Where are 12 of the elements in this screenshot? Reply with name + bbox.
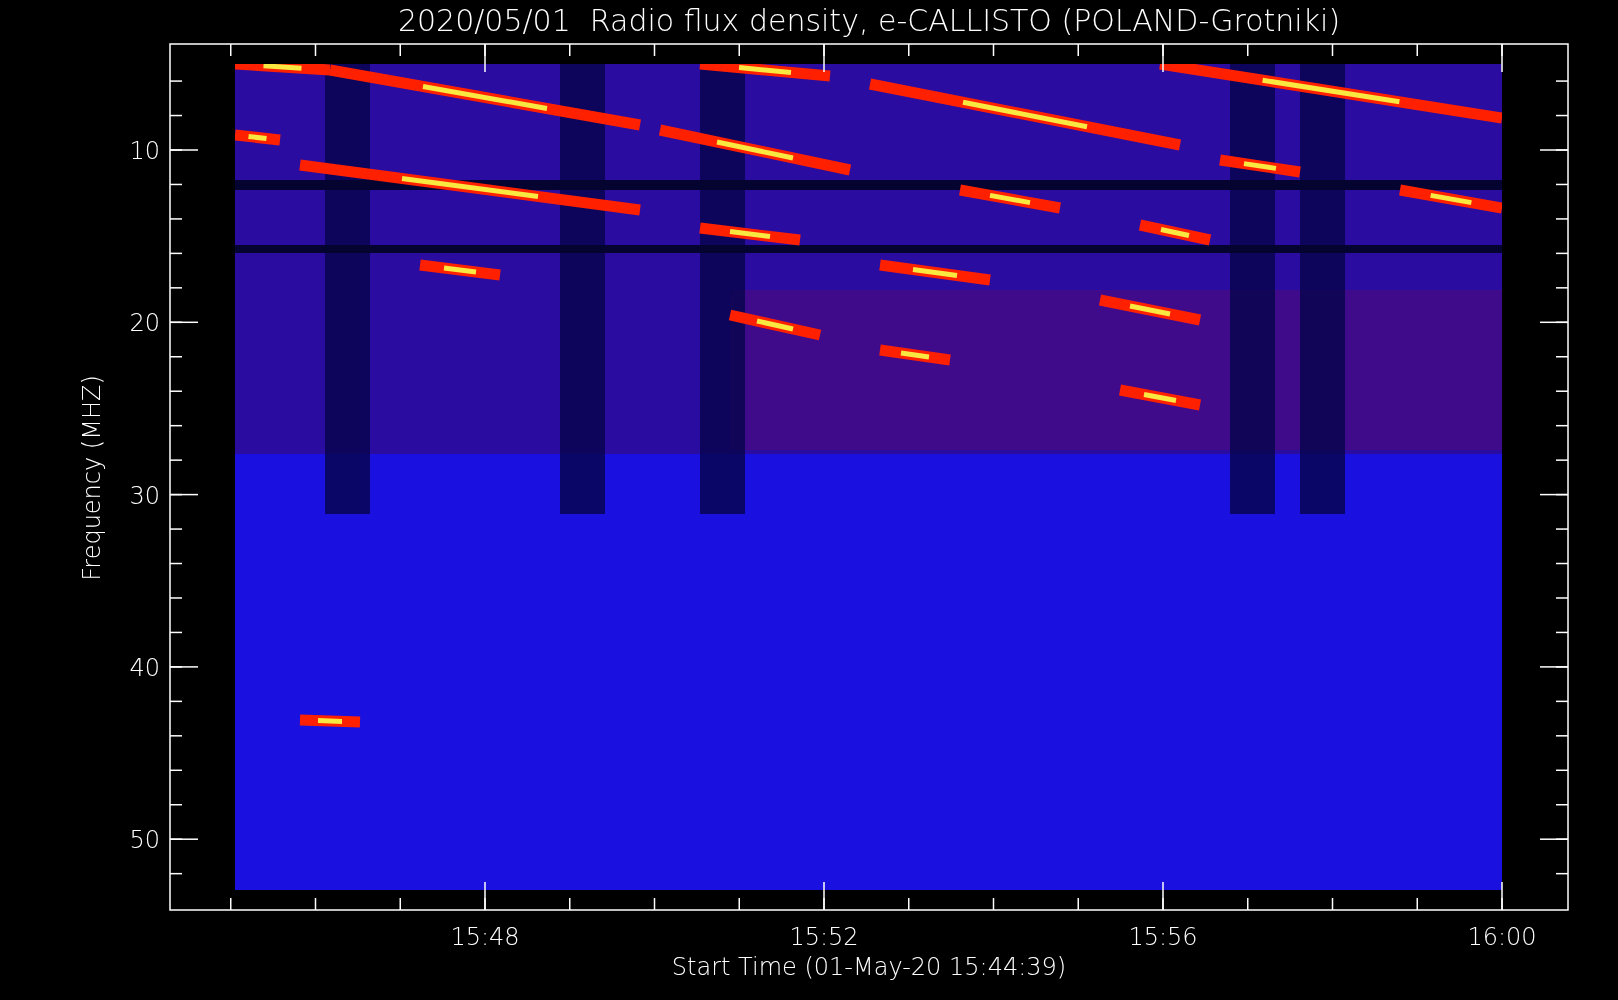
axis-label: Frequency (MHZ) bbox=[78, 375, 106, 581]
tick-label: 20 bbox=[129, 309, 160, 338]
tick-label: 50 bbox=[129, 826, 160, 855]
tick-label: 30 bbox=[129, 481, 160, 510]
tick-label: 10 bbox=[129, 137, 160, 165]
tick-label: 15:52 bbox=[789, 923, 859, 951]
tick-label: 16:00 bbox=[1467, 923, 1537, 951]
axis-label: Start Time (01-May-20 15:44:39) bbox=[671, 953, 1067, 981]
tick-label: 40 bbox=[129, 653, 160, 682]
tick-label: 15:48 bbox=[450, 923, 520, 951]
chart-title: 2020/05/01 Radio flux density, e-CALLISTO (POLAND-Grotniki) bbox=[397, 3, 1341, 38]
tick-label: 15:56 bbox=[1128, 923, 1198, 951]
